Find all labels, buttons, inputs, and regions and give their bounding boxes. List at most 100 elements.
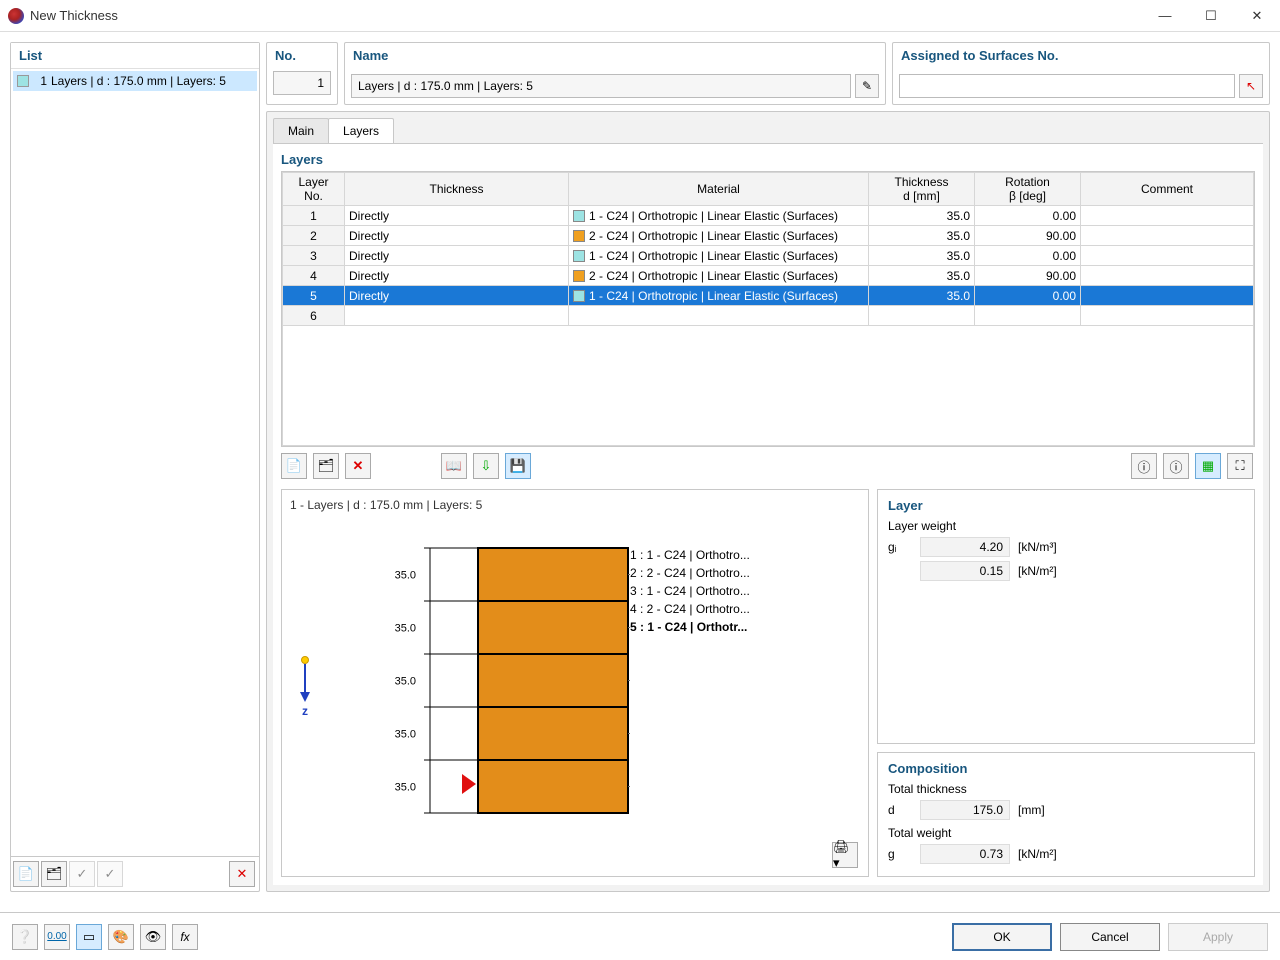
units-button[interactable]: 0.00 <box>44 924 70 950</box>
material-swatch-icon <box>17 75 29 87</box>
table-row[interactable]: 5Directly1 - C24 | Orthotropic | Linear … <box>283 286 1254 306</box>
col-d[interactable]: Thickness d [mm] <box>869 173 975 206</box>
name-field[interactable] <box>351 74 851 98</box>
new-row-button[interactable]: 📄 <box>281 453 307 479</box>
tab-main[interactable]: Main <box>273 118 329 143</box>
diagram-title: 1 - Layers | d : 175.0 mm | Layers: 5 <box>290 498 860 512</box>
help-button[interactable]: ❔ <box>12 924 38 950</box>
check-b-button[interactable]: ✓ <box>97 861 123 887</box>
pick-surfaces-button[interactable]: ↖ <box>1239 74 1263 98</box>
layers-section-header: Layers <box>281 152 1255 167</box>
new-item-button[interactable]: 📄 <box>13 861 39 887</box>
info-b-button[interactable]: ⓘ <box>1163 453 1189 479</box>
composition-header: Composition <box>888 761 1244 776</box>
gi-symbol: gᵢ <box>888 540 912 554</box>
total-thickness-label: Total thickness <box>888 782 1244 796</box>
no-panel: No. <box>266 42 338 105</box>
no-header: No. <box>267 43 337 65</box>
material-swatch-icon <box>573 270 585 282</box>
layer-labels-list: 1 : 1 - C24 | Orthotro...2 : 2 - C24 | O… <box>630 546 830 636</box>
list-panel: List 1 Layers | d : 175.0 mm | Layers: 5… <box>10 42 260 892</box>
toggle-view-button[interactable]: ▦ <box>1195 453 1221 479</box>
table-row[interactable]: 3Directly1 - C24 | Orthotropic | Linear … <box>283 246 1254 266</box>
name-panel: Name ✎ <box>344 42 886 105</box>
svg-text:35.0: 35.0 <box>395 676 416 688</box>
cursor-icon: ↖ <box>1246 79 1256 93</box>
maximize-button[interactable]: ☐ <box>1188 0 1234 32</box>
gi-value: 4.20 <box>920 537 1010 557</box>
bottom-bar: ❔ 0.00 ▭ 🎨 👁 fx OK Cancel Apply <box>0 912 1280 960</box>
table-row[interactable]: 6 <box>283 306 1254 326</box>
col-rot[interactable]: Rotation β [deg] <box>975 173 1081 206</box>
tab-container: Main Layers Layers Layer No. Thic <box>266 111 1270 892</box>
pencil-icon: ✎ <box>862 79 872 93</box>
delete-row-button[interactable]: ✕ <box>345 453 371 479</box>
d-unit: [mm] <box>1018 803 1045 817</box>
material-swatch-icon <box>573 250 585 262</box>
name-header: Name <box>345 43 885 68</box>
close-button[interactable]: ✕ <box>1234 0 1280 32</box>
window-title: New Thickness <box>30 8 1142 23</box>
col-comment[interactable]: Comment <box>1081 173 1254 206</box>
copy-item-button[interactable]: 🗂 <box>41 861 67 887</box>
layers-diagram: 35.035.035.035.035.0 <box>350 538 630 838</box>
svg-text:35.0: 35.0 <box>395 729 416 741</box>
info-a-button[interactable]: ⓘ <box>1131 453 1157 479</box>
assigned-field[interactable] <box>899 74 1235 98</box>
material-swatch-icon <box>573 230 585 242</box>
list-header: List <box>11 43 259 69</box>
table-row[interactable]: 4Directly2 - C24 | Orthotropic | Linear … <box>283 266 1254 286</box>
formula-button[interactable]: fx <box>172 924 198 950</box>
col-layer-no[interactable]: Layer No. <box>283 173 345 206</box>
list-item[interactable]: 1 Layers | d : 175.0 mm | Layers: 5 <box>13 71 257 91</box>
titlebar: New Thickness — ☐ ✕ <box>0 0 1280 32</box>
render-toggle-button[interactable]: 👁 <box>140 924 166 950</box>
check-a-button[interactable]: ✓ <box>69 861 95 887</box>
view-toggle-button[interactable]: ▭ <box>76 924 102 950</box>
g-symbol: g <box>888 847 912 861</box>
material-swatch-icon <box>573 290 585 302</box>
import-button[interactable]: ⇩ <box>473 453 499 479</box>
material-swatch-icon <box>573 210 585 222</box>
d-symbol: d <box>888 803 912 817</box>
print-diagram-button[interactable]: 🖨 ▾ <box>832 842 858 868</box>
ok-button[interactable]: OK <box>952 923 1052 951</box>
layers-grid[interactable]: Layer No. Thickness Material Thickness d… <box>281 171 1255 447</box>
layer-info-header: Layer <box>888 498 1244 513</box>
cancel-button[interactable]: Cancel <box>1060 923 1160 951</box>
assigned-header: Assigned to Surfaces No. <box>893 43 1269 68</box>
gi2-unit: [kN/m²] <box>1018 564 1057 578</box>
g-value: 0.73 <box>920 844 1010 864</box>
expand-button[interactable]: ⛶ <box>1227 453 1253 479</box>
edit-name-button[interactable]: ✎ <box>855 74 879 98</box>
d-value: 175.0 <box>920 800 1010 820</box>
table-row[interactable]: 2Directly2 - C24 | Orthotropic | Linear … <box>283 226 1254 246</box>
col-thickness[interactable]: Thickness <box>345 173 569 206</box>
tab-layers[interactable]: Layers <box>328 118 394 143</box>
selected-layer-marker-icon <box>462 774 476 794</box>
no-field[interactable] <box>273 71 331 95</box>
svg-text:35.0: 35.0 <box>395 782 416 794</box>
color-toggle-button[interactable]: 🎨 <box>108 924 134 950</box>
list-body: 1 Layers | d : 175.0 mm | Layers: 5 <box>11 69 259 856</box>
g-unit: [kN/m²] <box>1018 847 1057 861</box>
layer-weight-label: Layer weight <box>888 519 1244 533</box>
table-row[interactable]: 1Directly1 - C24 | Orthotropic | Linear … <box>283 206 1254 226</box>
col-material[interactable]: Material <box>569 173 869 206</box>
composition-panel: Composition Total thickness d 175.0 [mm]… <box>877 752 1255 877</box>
total-weight-label: Total weight <box>888 826 1244 840</box>
list-item-label: Layers | d : 175.0 mm | Layers: 5 <box>51 74 226 88</box>
assigned-panel: Assigned to Surfaces No. ↖ <box>892 42 1270 105</box>
delete-item-button[interactable]: ✕ <box>229 861 255 887</box>
copy-row-button[interactable]: 🗂 <box>313 453 339 479</box>
save-library-button[interactable]: 💾 <box>505 453 531 479</box>
library-button[interactable]: 📖 <box>441 453 467 479</box>
app-icon <box>8 8 24 24</box>
gi2-value: 0.15 <box>920 561 1010 581</box>
gi-unit: [kN/m³] <box>1018 540 1057 554</box>
list-item-number: 1 <box>33 74 47 88</box>
svg-text:35.0: 35.0 <box>395 570 416 582</box>
apply-button[interactable]: Apply <box>1168 923 1268 951</box>
diagram-panel: 1 - Layers | d : 175.0 mm | Layers: 5 z … <box>281 489 869 877</box>
minimize-button[interactable]: — <box>1142 0 1188 32</box>
